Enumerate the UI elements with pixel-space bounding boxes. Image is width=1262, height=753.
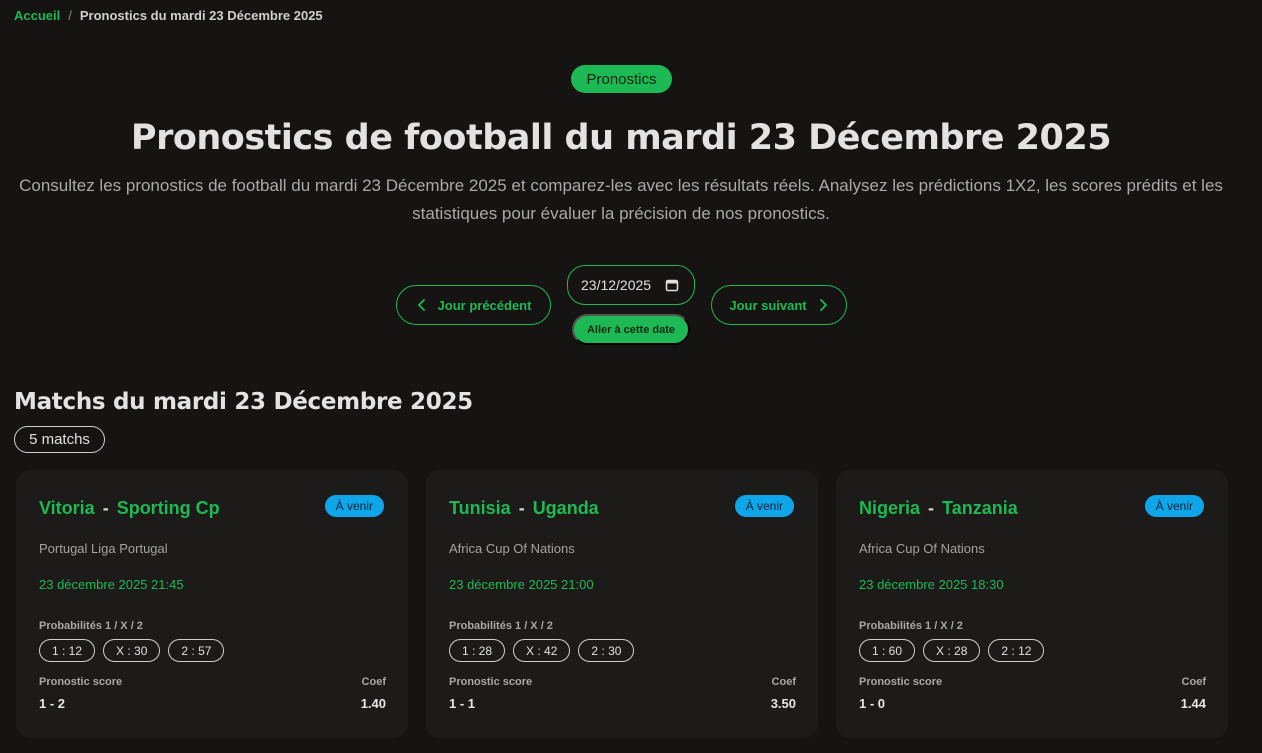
prob-draw-pill: X : 42	[513, 639, 571, 662]
prob-draw-pill: X : 28	[923, 639, 981, 662]
match-teams[interactable]: Tunisia - Uganda	[449, 498, 599, 519]
next-day-label: Jour suivant	[729, 297, 807, 313]
next-day-button[interactable]: Jour suivant	[711, 285, 847, 325]
page-title: Pronostics de football du mardi 23 Décem…	[130, 118, 1112, 158]
match-count-badge: 5 matchs	[14, 426, 105, 453]
probabilities: 1 : 28 X : 42 2 : 30	[449, 639, 635, 662]
probabilities-label: Probabilités 1 / X / 2	[859, 620, 963, 632]
coef-value: 1.40	[360, 696, 386, 711]
previous-day-label: Jour précédent	[437, 297, 532, 313]
score-label: Pronostic score	[449, 676, 533, 688]
coef-label: Coef	[361, 676, 386, 688]
chevron-left-icon	[417, 299, 425, 311]
predicted-score: 1 - 0	[859, 696, 886, 711]
probabilities: 1 : 12 X : 30 2 : 57	[39, 639, 225, 662]
probabilities: 1 : 60 X : 28 2 : 12	[859, 639, 1045, 662]
league-name: Africa Cup Of Nations	[859, 541, 985, 556]
teams-dash: -	[518, 498, 525, 518]
prob-away-pill: 2 : 12	[988, 639, 1045, 662]
pronostics-badge: Pronostics	[571, 65, 672, 93]
score-label: Pronostic score	[859, 676, 943, 688]
match-datetime: 23 décembre 2025 18:30	[859, 577, 1004, 592]
date-input[interactable]: 23/12/2025	[567, 265, 695, 305]
probabilities-label: Probabilités 1 / X / 2	[39, 620, 143, 632]
go-to-date-button[interactable]: Aller à cette date	[572, 314, 690, 345]
coef-value: 1.44	[1180, 696, 1206, 711]
prob-home-pill: 1 : 28	[449, 639, 506, 662]
away-team: Sporting Cp	[116, 498, 220, 518]
away-team: Uganda	[532, 498, 599, 518]
match-card[interactable]: Tunisia - Uganda À venir Africa Cup Of N…	[426, 470, 818, 738]
breadcrumb-current: Pronostics du mardi 23 Décembre 2025	[79, 8, 323, 23]
match-card[interactable]: Nigeria - Tanzania À venir Africa Cup Of…	[836, 470, 1228, 738]
probabilities-label: Probabilités 1 / X / 2	[449, 620, 553, 632]
predicted-score: 1 - 2	[39, 696, 66, 711]
prob-away-pill: 2 : 57	[168, 639, 225, 662]
home-team: Nigeria	[859, 498, 921, 518]
breadcrumb-separator: /	[68, 8, 72, 23]
teams-dash: -	[102, 498, 109, 518]
prob-home-pill: 1 : 60	[859, 639, 916, 662]
status-badge: À venir	[734, 495, 794, 517]
breadcrumb: Accueil / Pronostics du mardi 23 Décembr…	[14, 8, 323, 23]
calendar-icon[interactable]	[665, 278, 679, 292]
match-datetime: 23 décembre 2025 21:45	[39, 577, 184, 592]
status-badge: À venir	[324, 495, 384, 517]
date-value: 23/12/2025	[581, 277, 652, 293]
coef-label: Coef	[771, 676, 796, 688]
coef-label: Coef	[1181, 676, 1206, 688]
match-teams[interactable]: Nigeria - Tanzania	[859, 498, 1018, 519]
league-name: Portugal Liga Portugal	[39, 541, 168, 556]
prob-away-pill: 2 : 30	[578, 639, 635, 662]
match-card[interactable]: Vitoria - Sporting Cp À venir Portugal L…	[16, 470, 408, 738]
coef-value: 3.50	[770, 696, 796, 711]
matches-section-title: Matchs du mardi 23 Décembre 2025	[14, 389, 473, 415]
score-label: Pronostic score	[39, 676, 123, 688]
prob-home-pill: 1 : 12	[39, 639, 96, 662]
league-name: Africa Cup Of Nations	[449, 541, 575, 556]
match-datetime: 23 décembre 2025 21:00	[449, 577, 594, 592]
match-teams[interactable]: Vitoria - Sporting Cp	[39, 498, 220, 519]
away-team: Tanzania	[942, 498, 1018, 518]
chevron-right-icon	[819, 299, 827, 311]
teams-dash: -	[928, 498, 935, 518]
predicted-score: 1 - 1	[449, 696, 476, 711]
home-team: Tunisia	[449, 498, 511, 518]
breadcrumb-home-link[interactable]: Accueil	[14, 8, 60, 23]
home-team: Vitoria	[39, 498, 95, 518]
previous-day-button[interactable]: Jour précédent	[396, 285, 551, 325]
prob-draw-pill: X : 30	[103, 639, 161, 662]
status-badge: À venir	[1144, 495, 1204, 517]
intro-text: Consultez les pronostics de football du …	[19, 176, 1223, 223]
